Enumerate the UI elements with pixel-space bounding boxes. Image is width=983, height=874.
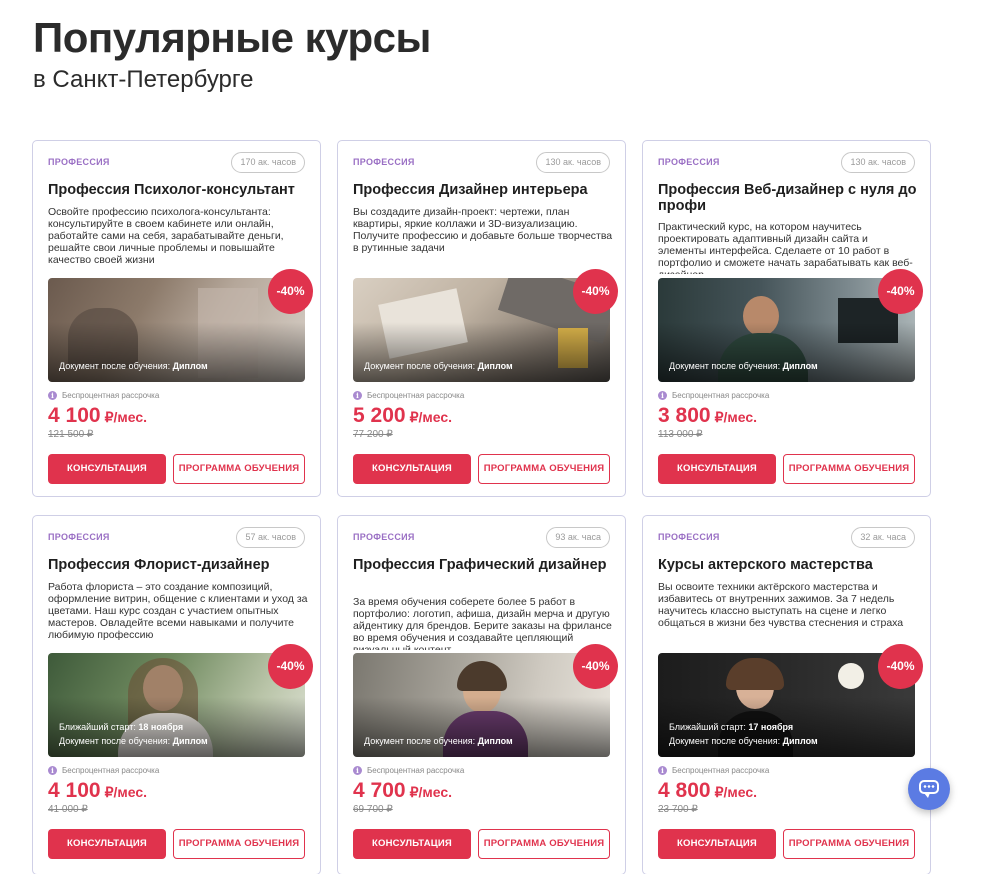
price: 4 800 ₽/мес.	[658, 779, 757, 802]
program-button[interactable]: ПРОГРАММА ОБУЧЕНИЯ	[173, 829, 305, 859]
course-grid: ПРОФЕССИЯ 170 ак. часов Профессия Психол…	[32, 140, 931, 874]
price: 4 700 ₽/мес.	[353, 779, 452, 802]
course-kind-label: ПРОФЕССИЯ	[48, 157, 110, 167]
installment-label: Беспроцентная рассрочка	[62, 766, 160, 775]
course-kind-label: ПРОФЕССИЯ	[353, 532, 415, 542]
course-title[interactable]: Профессия Графический дизайнер	[353, 557, 615, 573]
course-description: За время обучения соберете более 5 работ…	[353, 596, 612, 650]
course-kind-label: ПРОФЕССИЯ	[658, 157, 720, 167]
course-title[interactable]: Профессия Дизайнер интерьера	[353, 182, 615, 198]
course-photo[interactable]: Документ после обучения: Диплом	[658, 278, 915, 382]
installment-note: i Беспроцентная рассрочка	[353, 391, 464, 400]
old-price: 69 700 ₽	[353, 804, 393, 815]
installment-note: i Беспроцентная рассрочка	[48, 766, 159, 775]
document-info: Документ после обучения: Диплом	[59, 361, 208, 371]
price: 5 200 ₽/мес.	[353, 404, 452, 427]
course-card[interactable]: ПРОФЕССИЯ 32 ак. часа Курсы актерского м…	[642, 515, 931, 874]
price: 4 100 ₽/мес.	[48, 779, 147, 802]
discount-badge: -40%	[878, 644, 923, 689]
installment-label: Беспроцентная рассрочка	[672, 391, 770, 400]
program-button[interactable]: ПРОГРАММА ОБУЧЕНИЯ	[478, 454, 610, 484]
hours-badge: 93 ак. часа	[546, 527, 610, 548]
course-kind-label: ПРОФЕССИЯ	[658, 532, 720, 542]
discount-badge: -40%	[573, 269, 618, 314]
consultation-button[interactable]: КОНСУЛЬТАЦИЯ	[48, 829, 166, 859]
discount-badge: -40%	[878, 269, 923, 314]
course-kind-label: ПРОФЕССИЯ	[353, 157, 415, 167]
start-date: Ближайший старт: 18 ноября	[59, 722, 184, 732]
chat-dots-icon	[923, 785, 935, 788]
page-subtitle: в Санкт-Петербурге	[33, 66, 254, 93]
info-icon: i	[658, 766, 667, 775]
program-button[interactable]: ПРОГРАММА ОБУЧЕНИЯ	[783, 454, 915, 484]
course-title[interactable]: Курсы актерского мастерства	[658, 557, 920, 573]
installment-note: i Беспроцентная рассрочка	[48, 391, 159, 400]
installment-label: Беспроцентная рассрочка	[367, 766, 465, 775]
info-icon: i	[353, 391, 362, 400]
hours-badge: 130 ак. часов	[536, 152, 610, 173]
old-price: 77 200 ₽	[353, 429, 393, 440]
price: 3 800 ₽/мес.	[658, 404, 757, 427]
document-info: Документ после обучения: Диплом	[669, 736, 818, 746]
course-photo[interactable]: Документ после обучения: Диплом	[353, 653, 610, 757]
discount-badge: -40%	[268, 269, 313, 314]
course-card[interactable]: ПРОФЕССИЯ 170 ак. часов Профессия Психол…	[32, 140, 321, 497]
program-button[interactable]: ПРОГРАММА ОБУЧЕНИЯ	[783, 829, 915, 859]
installment-note: i Беспроцентная рассрочка	[353, 766, 464, 775]
consultation-button[interactable]: КОНСУЛЬТАЦИЯ	[658, 829, 776, 859]
document-info: Документ после обучения: Диплом	[364, 736, 513, 746]
course-description: Практический курс, на котором научитесь …	[658, 221, 913, 274]
course-card[interactable]: ПРОФЕССИЯ 57 ак. часов Профессия Флорист…	[32, 515, 321, 874]
course-kind-label: ПРОФЕССИЯ	[48, 532, 110, 542]
installment-note: i Беспроцентная рассрочка	[658, 766, 769, 775]
installment-label: Беспроцентная рассрочка	[672, 766, 770, 775]
course-photo[interactable]: Ближайший старт: 17 ноября Документ посл…	[658, 653, 915, 757]
old-price: 121 500 ₽	[48, 429, 94, 440]
info-icon: i	[48, 766, 57, 775]
course-description: Вы освоите техники актёрского мастерства…	[658, 581, 904, 629]
course-description: Освойте профессию психолога-консультанта…	[48, 206, 284, 266]
course-card[interactable]: ПРОФЕССИЯ 130 ак. часов Профессия Веб-ди…	[642, 140, 931, 497]
old-price: 41 000 ₽	[48, 804, 88, 815]
hours-badge: 32 ак. часа	[851, 527, 915, 548]
consultation-button[interactable]: КОНСУЛЬТАЦИЯ	[353, 829, 471, 859]
price: 4 100 ₽/мес.	[48, 404, 147, 427]
info-icon: i	[48, 391, 57, 400]
document-info: Документ после обучения: Диплом	[669, 361, 818, 371]
consultation-button[interactable]: КОНСУЛЬТАЦИЯ	[658, 454, 776, 484]
document-info: Документ после обучения: Диплом	[59, 736, 208, 746]
discount-badge: -40%	[573, 644, 618, 689]
course-card[interactable]: ПРОФЕССИЯ 130 ак. часов Профессия Дизайн…	[337, 140, 626, 497]
installment-label: Беспроцентная рассрочка	[367, 391, 465, 400]
discount-badge: -40%	[268, 644, 313, 689]
hours-badge: 170 ак. часов	[231, 152, 305, 173]
course-title[interactable]: Профессия Флорист-дизайнер	[48, 557, 310, 573]
old-price: 113 000 ₽	[658, 429, 703, 440]
course-title[interactable]: Профессия Веб-дизайнер с нуля до профи	[658, 182, 920, 214]
course-description: Работа флориста – это создание композици…	[48, 581, 308, 641]
hours-badge: 130 ак. часов	[841, 152, 915, 173]
program-button[interactable]: ПРОГРАММА ОБУЧЕНИЯ	[173, 454, 305, 484]
consultation-button[interactable]: КОНСУЛЬТАЦИЯ	[353, 454, 471, 484]
course-photo[interactable]: Ближайший старт: 18 ноября Документ посл…	[48, 653, 305, 757]
course-photo[interactable]: Документ после обучения: Диплом	[48, 278, 305, 382]
course-description: Вы создадите дизайн-проект: чертежи, пла…	[353, 206, 613, 254]
document-info: Документ после обучения: Диплом	[364, 361, 513, 371]
course-card[interactable]: ПРОФЕССИЯ 93 ак. часа Профессия Графичес…	[337, 515, 626, 874]
installment-note: i Беспроцентная рассрочка	[658, 391, 769, 400]
program-button[interactable]: ПРОГРАММА ОБУЧЕНИЯ	[478, 829, 610, 859]
info-icon: i	[658, 391, 667, 400]
page-title: Популярные курсы	[33, 14, 431, 61]
hours-badge: 57 ак. часов	[236, 527, 305, 548]
old-price: 23 700 ₽	[658, 804, 698, 815]
chat-button[interactable]	[908, 768, 950, 810]
course-title[interactable]: Профессия Психолог-консультант	[48, 182, 310, 198]
info-icon: i	[353, 766, 362, 775]
installment-label: Беспроцентная рассрочка	[62, 391, 160, 400]
start-date: Ближайший старт: 17 ноября	[669, 722, 794, 732]
consultation-button[interactable]: КОНСУЛЬТАЦИЯ	[48, 454, 166, 484]
course-photo[interactable]: Документ после обучения: Диплом	[353, 278, 610, 382]
